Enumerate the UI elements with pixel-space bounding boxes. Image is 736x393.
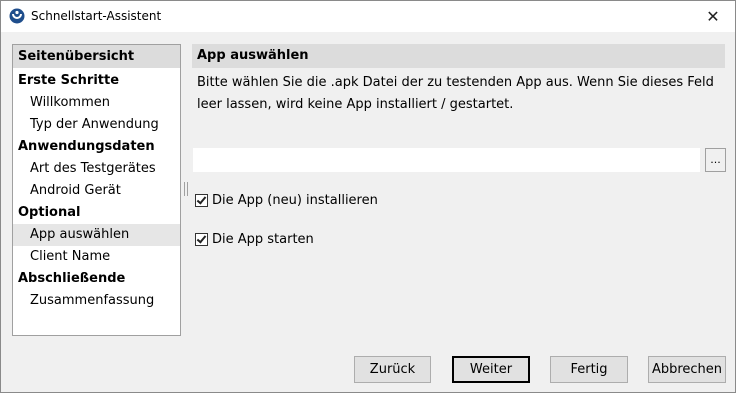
checkmark-icon: [196, 193, 207, 205]
next-button[interactable]: Weiter: [452, 356, 530, 383]
nav-group-anwendungsdaten: Anwendungsdaten: [18, 139, 155, 154]
install-app-checkbox[interactable]: [195, 193, 208, 207]
browse-button[interactable]: ...: [705, 148, 726, 172]
page-overview-panel: Seitenübersicht Erste Schritte Willkomme…: [12, 44, 181, 336]
nav-item-app-auswaehlen[interactable]: App auswählen: [13, 224, 180, 246]
checkmark-icon: [196, 232, 207, 244]
nav-item-art-des-testgeraetes[interactable]: Art des Testgerätes: [13, 158, 180, 180]
nav-group-abschliessende: Abschließende: [18, 271, 126, 286]
page-list: Erste Schritte Willkommen Typ der Anwend…: [13, 69, 180, 312]
title-bar: Schnellstart-Assistent ✕: [1, 1, 735, 32]
close-icon: ✕: [706, 7, 720, 26]
sidebar-header: Seitenübersicht: [13, 45, 180, 69]
install-app-label: Die App (neu) installieren: [212, 192, 378, 208]
panel-splitter-handle[interactable]: [184, 182, 188, 196]
window-title: Schnellstart-Assistent: [31, 9, 162, 23]
start-app-checkbox[interactable]: [195, 232, 208, 246]
cancel-button[interactable]: Abbrechen: [648, 356, 726, 383]
nav-item-willkommen[interactable]: Willkommen: [13, 92, 180, 114]
wizard-window: Schnellstart-Assistent ✕ Seitenübersicht…: [0, 0, 736, 393]
back-button[interactable]: Zurück: [354, 356, 431, 383]
nav-group-optional: Optional: [18, 205, 81, 220]
finish-button[interactable]: Fertig: [550, 356, 628, 383]
start-app-checkbox-row[interactable]: Die App starten: [195, 230, 314, 248]
nav-item-zusammenfassung[interactable]: Zusammenfassung: [13, 290, 180, 312]
start-app-label: Die App starten: [212, 231, 314, 247]
app-logo-icon: [9, 8, 25, 24]
install-app-checkbox-row[interactable]: Die App (neu) installieren: [195, 191, 378, 209]
page-description: Bitte wählen Sie die .apk Datei der zu t…: [197, 75, 714, 112]
page-title: App auswählen: [192, 44, 725, 68]
close-button[interactable]: ✕: [691, 1, 735, 32]
apk-file-path-input[interactable]: [193, 148, 700, 172]
nav-item-typ-der-anwendung[interactable]: Typ der Anwendung: [13, 114, 180, 136]
nav-group-erste-schritte: Erste Schritte: [18, 73, 120, 88]
nav-item-client-name[interactable]: Client Name: [13, 246, 180, 268]
nav-item-android-geraet[interactable]: Android Gerät: [13, 180, 180, 202]
